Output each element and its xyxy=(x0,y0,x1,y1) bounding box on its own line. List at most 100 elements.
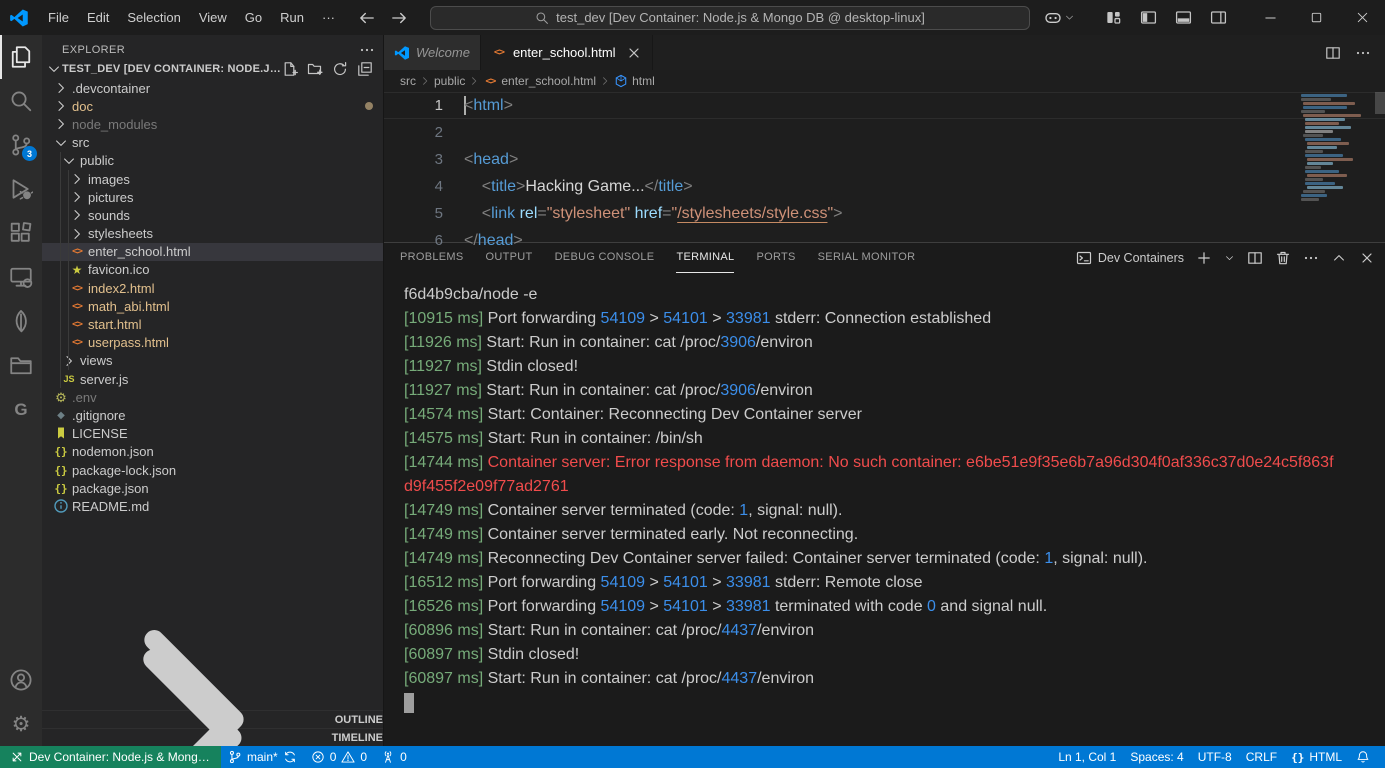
toggle-secondary-sidebar-icon[interactable] xyxy=(1210,9,1227,26)
activity-file-explorer[interactable] xyxy=(0,343,42,387)
copilot-menu[interactable] xyxy=(1044,9,1075,27)
status-eol[interactable]: CRLF xyxy=(1239,746,1284,768)
tree-folder-pictures[interactable]: pictures xyxy=(42,188,383,206)
code-line-3[interactable]: 3<head> xyxy=(384,146,1385,173)
tree-file-env[interactable]: ⚙.env xyxy=(42,388,383,406)
forward-arrow-icon[interactable] xyxy=(390,9,408,27)
tree-file-license[interactable]: LICENSE xyxy=(42,425,383,443)
tree-file-package-json[interactable]: {}package.json xyxy=(42,479,383,497)
menu-file[interactable]: File xyxy=(39,5,78,31)
status-text: Spaces: 4 xyxy=(1130,750,1183,764)
activity-accounts[interactable] xyxy=(0,658,42,702)
editor-scrollbar[interactable] xyxy=(1375,92,1385,114)
toggle-sidebar-icon[interactable] xyxy=(1140,9,1157,26)
activity-search[interactable] xyxy=(0,79,42,123)
breadcrumb-enter-school-html[interactable]: <>enter_school.html xyxy=(483,74,596,88)
code-line-4[interactable]: 4 <title>Hacking Game...</title> xyxy=(384,173,1385,200)
minimize-button[interactable] xyxy=(1247,0,1293,35)
activity-explorer[interactable] xyxy=(0,35,42,79)
activity-gitlens[interactable]: G xyxy=(0,387,42,431)
terminal-line: [10915 ms] Port forwarding 54109 > 54101… xyxy=(404,307,1340,331)
status-cursor-position[interactable]: Ln 1, Col 1 xyxy=(1051,746,1123,768)
tree-file-favicon-ico[interactable]: ★favicon.ico xyxy=(42,261,383,279)
menu-view[interactable]: View xyxy=(190,5,236,31)
tab-welcome[interactable]: Welcome xyxy=(384,35,481,70)
activity-settings[interactable]: ⚙ xyxy=(0,702,42,746)
breadcrumb-public[interactable]: public xyxy=(434,74,465,88)
new-file-icon[interactable] xyxy=(282,61,298,77)
toggle-panel-icon[interactable] xyxy=(1175,9,1192,26)
status-encoding[interactable]: UTF-8 xyxy=(1191,746,1239,768)
activity-run-debug[interactable] xyxy=(0,167,42,211)
code-line-1[interactable]: 1<html> xyxy=(384,92,1385,119)
code-line-2[interactable]: 2 xyxy=(384,119,1385,146)
activity-source-control[interactable]: 3 xyxy=(0,123,42,167)
status-language-mode[interactable]: {}HTML xyxy=(1284,746,1349,768)
activity-remote-explorer[interactable] xyxy=(0,255,42,299)
tree-folder-node-modules[interactable]: node_modules xyxy=(42,115,383,133)
section-timeline[interactable]: TIMELINE xyxy=(42,728,383,746)
new-folder-icon[interactable] xyxy=(307,61,323,77)
tree-file-package-lock-json[interactable]: {}package-lock.json xyxy=(42,461,383,479)
activity-mongodb[interactable] xyxy=(0,299,42,343)
command-center[interactable]: test_dev [Dev Container: Node.js & Mongo… xyxy=(430,6,1030,30)
workspace-section-header[interactable]: TEST_DEV [DEV CONTAINER: NODE.JS & MONGO… xyxy=(42,59,383,79)
tree-file-start-html[interactable]: <>start.html xyxy=(42,315,383,333)
activity-extensions[interactable] xyxy=(0,211,42,255)
status-notifications[interactable] xyxy=(1349,746,1377,768)
maximize-button[interactable] xyxy=(1293,0,1339,35)
tree-file-enter-school-html[interactable]: <>enter_school.html xyxy=(42,243,383,261)
code-line-5[interactable]: 5 <link rel="stylesheet" href="/styleshe… xyxy=(384,200,1385,227)
tree-file-userpass-html[interactable]: <>userpass.html xyxy=(42,334,383,352)
status-indentation[interactable]: Spaces: 4 xyxy=(1123,746,1190,768)
terminal-token: 1 xyxy=(1044,550,1053,567)
breadcrumb-html[interactable]: html xyxy=(614,74,655,88)
more-actions-icon[interactable] xyxy=(359,42,375,58)
tree-file-nodemon-json[interactable]: {}nodemon.json xyxy=(42,443,383,461)
menu-item[interactable]: ··· xyxy=(313,5,344,31)
customize-layout-icon[interactable] xyxy=(1105,9,1122,26)
tab-enter-school-html[interactable]: <>enter_school.html xyxy=(481,35,653,70)
tree-folder-stylesheets[interactable]: stylesheets xyxy=(42,225,383,243)
tree-file-gitignore[interactable]: ◆.gitignore xyxy=(42,406,383,424)
status-text: HTML xyxy=(1309,750,1342,764)
tree-folder-devcontainer[interactable]: .devcontainer xyxy=(42,79,383,97)
split-editor-icon[interactable] xyxy=(1325,45,1341,61)
back-arrow-icon[interactable] xyxy=(358,9,376,27)
tree-file-server-js[interactable]: JSserver.js xyxy=(42,370,383,388)
tree-folder-public[interactable]: public xyxy=(42,152,383,170)
status-problems[interactable]: 00 xyxy=(304,746,374,768)
tree-file-index2-html[interactable]: <>index2.html xyxy=(42,279,383,297)
tree-item-label: package.json xyxy=(72,481,149,496)
close-tab-icon[interactable] xyxy=(626,45,642,61)
terminal-token: Container server: Error response from da… xyxy=(404,454,1334,495)
tree-item-label: .devcontainer xyxy=(72,81,150,96)
status-ports[interactable]: 0 xyxy=(374,746,414,768)
refresh-icon[interactable] xyxy=(332,61,348,77)
status-remote-indicator[interactable]: Dev Container: Node.js & Mongo DB @ desk… xyxy=(0,746,221,768)
tree-file-math-abi-html[interactable]: <>math_abi.html xyxy=(42,297,383,315)
code-editor[interactable]: 1<html>23<head>4 <title>Hacking Game...<… xyxy=(384,92,1385,242)
more-actions-icon[interactable] xyxy=(1355,45,1371,61)
close-window-button[interactable] xyxy=(1339,0,1385,35)
tree-item-label: nodemon.json xyxy=(72,444,154,459)
menu-go[interactable]: Go xyxy=(236,5,271,31)
collapse-all-icon[interactable] xyxy=(357,61,373,77)
tree-folder-sounds[interactable]: sounds xyxy=(42,206,383,224)
tree-file-readme-md[interactable]: README.md xyxy=(42,497,383,515)
sidebar-title: EXPLORER xyxy=(62,44,125,56)
breadcrumb-label: src xyxy=(400,74,416,88)
tree-folder-images[interactable]: images xyxy=(42,170,383,188)
terminal-token: 4437 xyxy=(722,622,758,639)
menu-selection[interactable]: Selection xyxy=(118,5,189,31)
status-git-branch[interactable]: main* xyxy=(221,746,304,768)
tree-folder-doc[interactable]: doc xyxy=(42,97,383,115)
menu-run[interactable]: Run xyxy=(271,5,313,31)
code-line-6[interactable]: 6</head> xyxy=(384,227,1385,254)
terminal-output[interactable]: f6d4b9cba/node -e[10915 ms] Port forward… xyxy=(384,273,1385,746)
breadcrumb-src[interactable]: src xyxy=(400,74,416,88)
tree-folder-views[interactable]: views xyxy=(42,352,383,370)
menu-edit[interactable]: Edit xyxy=(78,5,118,31)
minimap[interactable] xyxy=(1301,94,1371,212)
tree-folder-src[interactable]: src xyxy=(42,134,383,152)
